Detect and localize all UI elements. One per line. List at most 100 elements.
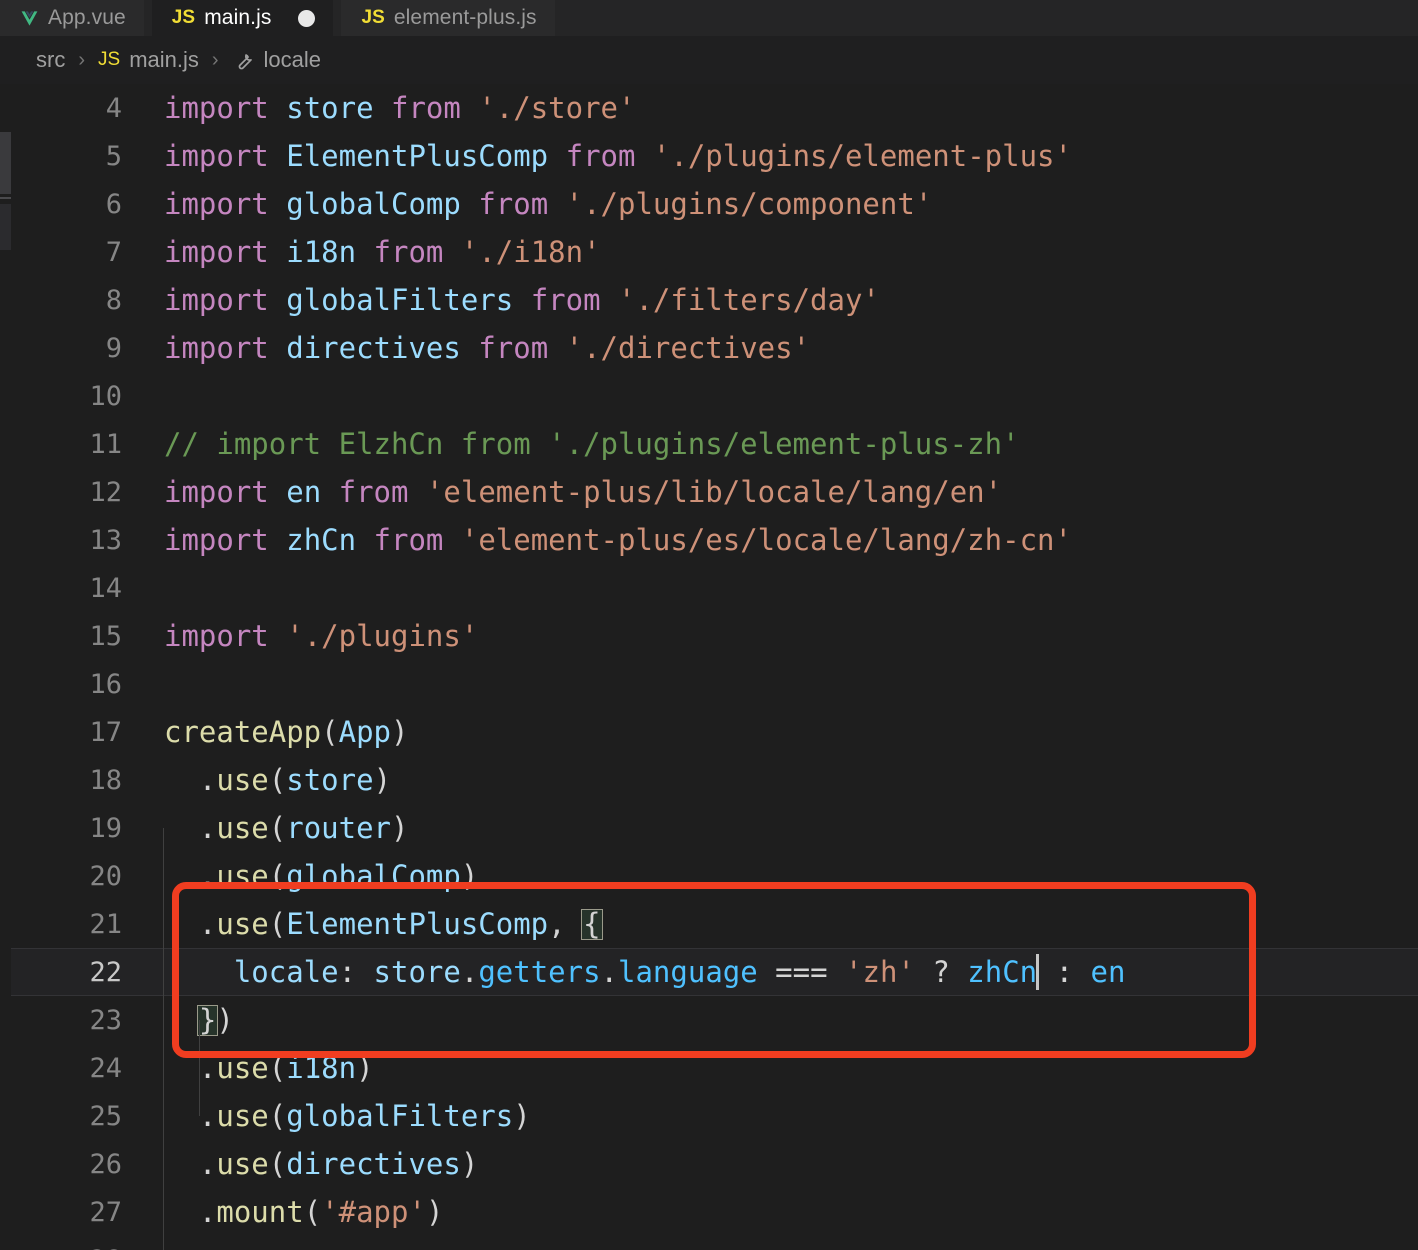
- tab-label: element-plus.js: [393, 6, 537, 29]
- line-number: 23: [89, 1004, 122, 1036]
- breadcrumb-item-locale[interactable]: locale: [232, 47, 321, 73]
- code-line-row[interactable]: 16: [11, 660, 1418, 708]
- bracket-match-open: {: [581, 906, 603, 941]
- line-number: 5: [105, 140, 122, 172]
- line-number: 19: [89, 812, 122, 844]
- line-content[interactable]: // import ElzhCn from './plugins/element…: [131, 429, 1418, 459]
- line-content[interactable]: .use(globalComp): [131, 861, 1418, 891]
- code-line-row[interactable]: 17 createApp(App): [11, 708, 1418, 756]
- line-content[interactable]: import en from 'element-plus/lib/locale/…: [131, 477, 1418, 507]
- wrench-icon: [232, 49, 255, 72]
- line-content[interactable]: locale: store.getters.language === 'zh' …: [131, 954, 1418, 990]
- code-line-row[interactable]: 13 import zhCn from 'element-plus/es/loc…: [11, 516, 1418, 564]
- line-content[interactable]: import './plugins': [131, 621, 1418, 651]
- line-number: 4: [105, 92, 122, 124]
- code-line-row[interactable]: 18 .use(store): [11, 756, 1418, 804]
- line-number: 10: [89, 380, 122, 412]
- code-line-row[interactable]: 9 import directives from './directives': [11, 324, 1418, 372]
- tab-main-js[interactable]: JS main.js: [151, 0, 334, 36]
- code-line-row[interactable]: 27 .mount('#app'): [11, 1188, 1418, 1236]
- adjacent-panel-edge: [0, 84, 11, 1250]
- indent-guide: [199, 1020, 200, 1116]
- code-lines: 4 import store from './store' 5 import E…: [11, 84, 1418, 1250]
- line-content[interactable]: import globalFilters from './filters/day…: [131, 285, 1418, 315]
- line-content[interactable]: import zhCn from 'element-plus/es/locale…: [131, 525, 1418, 555]
- vscode-window: App.vue JS main.js JS element-plus.js sr…: [0, 0, 1418, 1250]
- line-number: 18: [89, 764, 122, 796]
- text-caret: [1036, 954, 1040, 990]
- code-line-row[interactable]: 20 .use(globalComp): [11, 852, 1418, 900]
- line-content[interactable]: .use(store): [131, 765, 1418, 795]
- breadcrumb-label: src: [36, 47, 66, 72]
- line-number: 21: [89, 908, 122, 940]
- line-content[interactable]: createApp(App): [131, 717, 1418, 747]
- code-line-row[interactable]: 8 import globalFilters from './filters/d…: [11, 276, 1418, 324]
- chevron-right-icon: ›: [211, 48, 219, 71]
- line-number: 14: [89, 572, 122, 604]
- code-line-row-current[interactable]: 22 locale: store.getters.language === 'z…: [11, 948, 1418, 996]
- indent-guide: [163, 1188, 164, 1250]
- line-content[interactable]: .use(globalFilters): [131, 1101, 1418, 1131]
- breadcrumb-item-main-js[interactable]: JS main.js: [98, 47, 199, 73]
- line-content[interactable]: import globalComp from './plugins/compon…: [131, 189, 1418, 219]
- tab-app-vue[interactable]: App.vue: [0, 0, 144, 36]
- line-content[interactable]: import directives from './directives': [131, 333, 1418, 363]
- code-line-row[interactable]: 28: [11, 1236, 1418, 1250]
- code-line-row[interactable]: 6 import globalComp from './plugins/comp…: [11, 180, 1418, 228]
- breadcrumb-label: main.js: [129, 47, 199, 72]
- code-line-row[interactable]: 21 .use(ElementPlusComp, {: [11, 900, 1418, 948]
- js-file-icon: JS: [171, 7, 196, 28]
- line-number: 15: [89, 620, 122, 652]
- code-line-row[interactable]: 10: [11, 372, 1418, 420]
- line-content[interactable]: import store from './store': [131, 93, 1418, 123]
- code-line-row[interactable]: 14: [11, 564, 1418, 612]
- unsaved-indicator-dot[interactable]: [298, 9, 316, 27]
- js-file-icon: JS: [98, 49, 121, 70]
- vue-file-icon: [20, 9, 39, 28]
- line-number: 27: [89, 1196, 122, 1228]
- code-line-row[interactable]: 23 }): [11, 996, 1418, 1044]
- line-number: 8: [105, 284, 122, 316]
- code-line-row[interactable]: 19 .use(router): [11, 804, 1418, 852]
- line-number: 6: [105, 188, 122, 220]
- breadcrumb-item-src[interactable]: src: [36, 47, 65, 73]
- line-number: 28: [11, 1247, 131, 1250]
- line-number: 16: [89, 668, 122, 700]
- indent-guide: [163, 828, 164, 1188]
- code-line-row[interactable]: 11 // import ElzhCn from './plugins/elem…: [11, 420, 1418, 468]
- line-content[interactable]: .use(ElementPlusComp, {: [131, 906, 1418, 941]
- chevron-right-icon: ›: [78, 48, 85, 71]
- line-content[interactable]: .use(directives): [131, 1149, 1418, 1179]
- code-line-row[interactable]: 26 .use(directives): [11, 1140, 1418, 1188]
- line-content[interactable]: .use(router): [131, 813, 1418, 843]
- line-number: 17: [89, 716, 122, 748]
- panel-edge-chunk: [0, 132, 11, 194]
- line-number: 12: [89, 476, 122, 508]
- code-editor[interactable]: 4 import store from './store' 5 import E…: [11, 84, 1418, 1250]
- code-line-row[interactable]: 15 import './plugins': [11, 612, 1418, 660]
- tab-element-plus-js[interactable]: JS element-plus.js: [341, 0, 555, 36]
- line-content[interactable]: import ElementPlusComp from './plugins/e…: [131, 141, 1418, 171]
- line-content[interactable]: }): [131, 1004, 1418, 1036]
- line-content[interactable]: .use(i18n): [131, 1053, 1418, 1083]
- line-content[interactable]: .mount('#app'): [131, 1197, 1418, 1227]
- breadcrumb: src › JS main.js › locale: [0, 36, 1418, 84]
- line-number: 25: [89, 1100, 122, 1132]
- code-line-row[interactable]: 25 .use(globalFilters): [11, 1092, 1418, 1140]
- panel-edge-chunk: [0, 204, 11, 250]
- code-line-row[interactable]: 7 import i18n from './i18n': [11, 228, 1418, 276]
- line-number: 9: [105, 332, 122, 364]
- breadcrumb-label: locale: [263, 47, 322, 72]
- code-line-row[interactable]: 24 .use(i18n): [11, 1044, 1418, 1092]
- tab-label: main.js: [204, 6, 272, 29]
- js-file-icon: JS: [361, 7, 385, 28]
- line-number: 11: [89, 428, 122, 460]
- line-content[interactable]: import i18n from './i18n': [131, 237, 1418, 267]
- code-line-row[interactable]: 4 import store from './store': [11, 84, 1418, 132]
- tab-label: App.vue: [48, 6, 126, 29]
- line-number: 22: [89, 956, 122, 988]
- panel-edge-divider: [0, 197, 11, 199]
- code-line-row[interactable]: 5 import ElementPlusComp from './plugins…: [11, 132, 1418, 180]
- line-number: 26: [89, 1148, 122, 1180]
- code-line-row[interactable]: 12 import en from 'element-plus/lib/loca…: [11, 468, 1418, 516]
